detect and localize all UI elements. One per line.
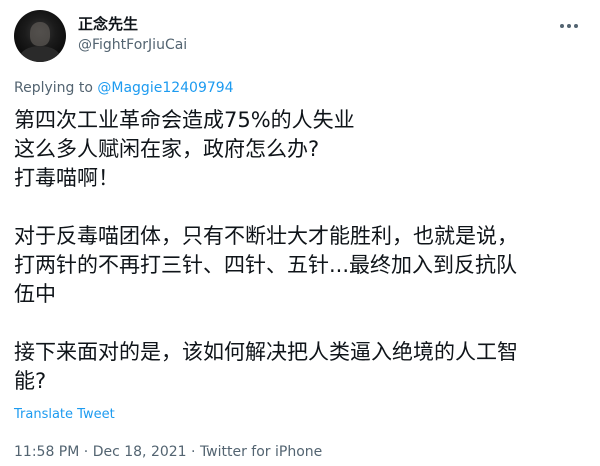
tweet-time[interactable]: 11:58 PM: [14, 444, 79, 460]
more-dot: [574, 24, 578, 28]
tweet-header: 正念先生 @FightForJiuCai: [14, 10, 586, 62]
avatar-face: [30, 22, 50, 46]
reply-target-link[interactable]: @Maggie12409794: [97, 80, 233, 96]
tweet: 正念先生 @FightForJiuCai Replying to @Maggie…: [0, 0, 600, 466]
more-dot: [560, 24, 564, 28]
replying-to: Replying to @Maggie12409794: [14, 78, 234, 98]
tweet-text: 第四次工业革命会造成75%的人失业 这么多人赋闲在家，政府怎么办? 打毒喵啊！ …: [14, 106, 586, 396]
tweet-client[interactable]: Twitter for iPhone: [200, 444, 322, 460]
translate-tweet-link[interactable]: Translate Tweet: [14, 405, 115, 425]
more-icon[interactable]: [552, 14, 586, 38]
user-handle[interactable]: @FightForJiuCai: [78, 34, 187, 56]
meta-separator: ·: [79, 444, 93, 460]
more-dot: [567, 24, 571, 28]
display-name[interactable]: 正念先生: [78, 14, 187, 34]
tweet-paragraph: 对于反毒喵团体，只有不断壮大才能胜利，也就是说， 打两针的不再打三针、四针、五针…: [14, 224, 518, 306]
author-names: 正念先生 @FightForJiuCai: [78, 14, 187, 56]
tweet-date[interactable]: Dec 18, 2021: [93, 444, 187, 460]
tweet-paragraph: 接下来面对的是，该如何解决把人类逼入绝境的人工智 能?: [14, 340, 518, 393]
meta-separator: ·: [186, 444, 200, 460]
avatar[interactable]: [14, 10, 66, 62]
tweet-meta: 11:58 PM · Dec 18, 2021 · Twitter for iP…: [14, 442, 322, 462]
tweet-paragraph: 第四次工业革命会造成75%的人失业 这么多人赋闲在家，政府怎么办? 打毒喵啊！: [14, 108, 355, 190]
avatar-shoulders: [20, 46, 60, 62]
replying-to-prefix: Replying to: [14, 80, 98, 96]
